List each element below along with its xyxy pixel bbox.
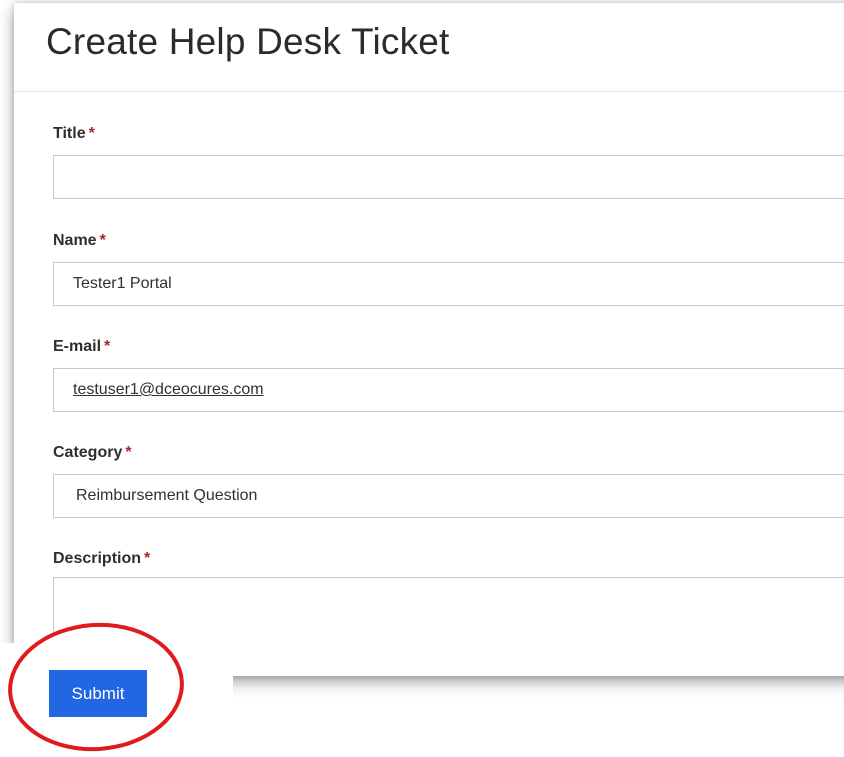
title-input[interactable] (53, 155, 844, 199)
submit-button[interactable]: Submit (49, 670, 147, 717)
description-textarea[interactable] (53, 577, 844, 637)
category-label-text: Category (53, 444, 123, 461)
required-marker: * (125, 444, 132, 461)
page-title: Create Help Desk Ticket (46, 21, 450, 62)
required-marker: * (144, 550, 151, 567)
page-header: Create Help Desk Ticket (14, 3, 844, 92)
ticket-form-card: Create Help Desk Ticket Title* Name* E-m… (14, 3, 844, 676)
category-label: Category * (53, 444, 132, 462)
name-label-text: Name (53, 232, 97, 249)
email-label: E-mail * (53, 338, 110, 356)
name-input[interactable] (53, 262, 844, 306)
email-label-text: E-mail (53, 338, 102, 355)
title-label-text: Title (53, 125, 86, 142)
required-marker: * (104, 338, 111, 355)
name-label: Name * (53, 232, 106, 250)
required-marker: * (88, 125, 95, 142)
category-select[interactable]: Reimbursement Question (53, 474, 844, 518)
description-label-text: Description (53, 550, 142, 567)
email-input[interactable] (53, 368, 844, 412)
title-label: Title * (53, 125, 95, 143)
required-marker: * (99, 232, 106, 249)
description-label: Description * (53, 550, 150, 568)
category-selected-value: Reimbursement Question (76, 487, 258, 504)
